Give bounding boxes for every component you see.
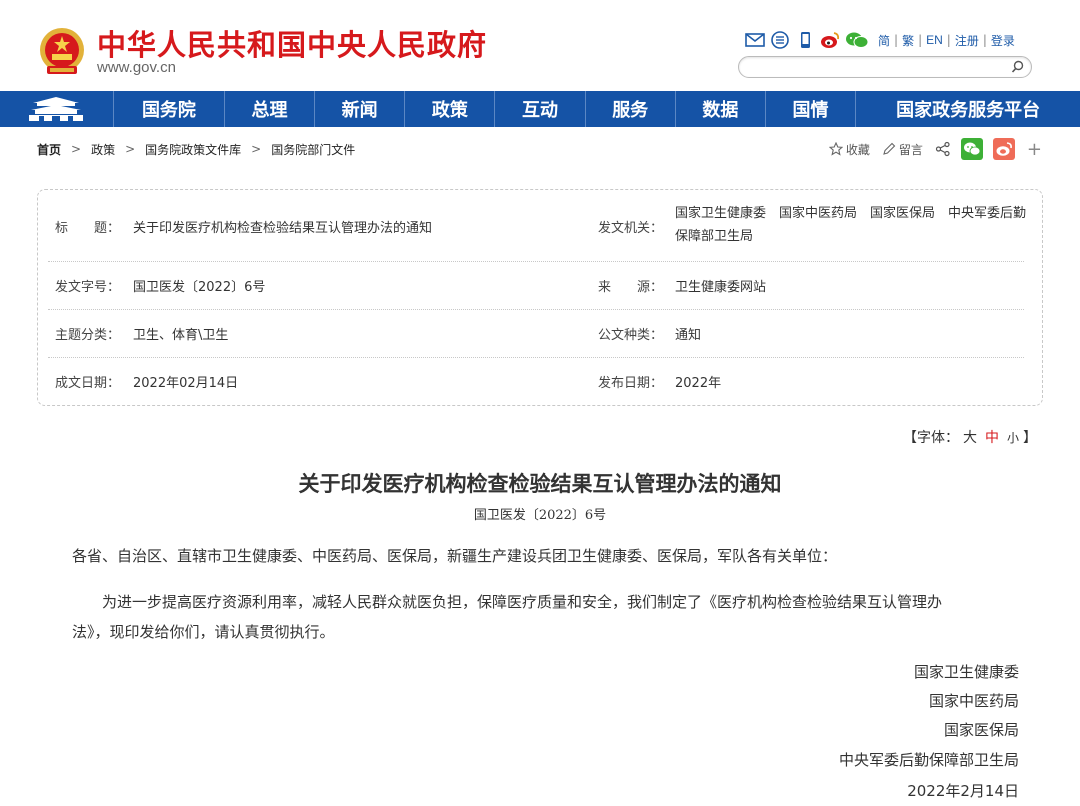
nav-home[interactable] [0,91,114,127]
share-tools: 收藏 留言 + [817,136,1042,162]
signature-line: 国家中医药局 [928,692,1019,710]
site-header: 中华人民共和国中央人民政府 www.gov.cn 简 | 繁 | EN | 注册… [0,0,1080,91]
tiananmen-icon [29,97,84,121]
category-value: 卫生、体育\卫生 [133,328,229,343]
weibo-icon [996,142,1012,156]
breadcrumb-home[interactable]: 首页 [37,141,61,158]
article-body-line: 为进一步提高医疗资源利用率，减轻人民群众就医负担，保障医疗质量和安全，我们制定了… [72,593,943,611]
favorite-label: 收藏 [845,142,870,157]
nav-item-data[interactable]: 数据 [676,91,766,127]
main-nav: 国务院 总理 新闻 政策 互动 服务 数据 国情 国家政务服务平台 [0,91,1080,127]
info-row: 发文字号： 国卫医发〔2022〕6号 来 源： 卫生健康委网站 [48,262,1024,310]
signature-line: 国家卫生健康委 [913,663,1019,681]
chevron-right-icon: > [125,142,136,156]
doc-number-label: 发文字号： [55,280,121,295]
info-row: 主题分类： 卫生、体育\卫生 公文种类： 通知 [48,310,1024,358]
doc-number-value: 国卫医发〔2022〕6号 [133,280,266,295]
plus-icon: + [1026,138,1042,160]
breadcrumb-dept-docs[interactable]: 国务院部门文件 [271,141,355,158]
issuer-label: 发文机关： [598,221,664,236]
pencil-icon [883,142,896,155]
national-emblem-logo[interactable] [37,26,87,78]
category-label: 主题分类： [55,328,121,343]
share-icon [935,141,950,157]
weibo-share-button[interactable] [992,138,1015,160]
signature-line: 中央军委后勤保障部卫生局 [838,751,1019,769]
more-share-button[interactable]: + [1027,139,1042,160]
mobile-icon[interactable] [795,31,815,49]
info-row: 标 题： 关于印发医疗机构检查检验结果互认管理办法的通知 发文机关： 国家卫生健… [48,190,1026,262]
doctype-label: 公文种类： [598,328,664,343]
signature-line: 国家医保局 [943,721,1019,739]
source-label: 来 源： [598,280,664,295]
font-size-prefix: 【字体： [902,430,959,446]
nav-item-interaction[interactable]: 互动 [495,91,586,127]
search-input[interactable] [738,56,1032,78]
article-doc-number: 国卫医发〔2022〕6号 [473,508,607,523]
doctype-value: 通知 [675,328,702,343]
font-size-switcher: 【字体：大中小】 [903,427,1037,447]
article-body-line: 法》，现印发给你们，请认真贯彻执行。 [72,623,335,641]
lang-traditional-link[interactable]: 繁 [898,32,918,49]
nav-item-services[interactable]: 服务 [586,91,676,127]
document-info-table: 标 题： 关于印发医疗机构检查检验结果互认管理办法的通知 发文机关： 国家卫生健… [37,189,1043,406]
publish-date-value: 2022年 [675,376,722,391]
share-button[interactable] [935,141,951,157]
article-salutation: 各省、自治区、直辖市卫生健康委、中医药局、医保局，新疆生产建设兵团卫生健康委、医… [72,547,838,565]
font-size-medium[interactable]: 中 [981,430,1003,446]
nav-item-national-info[interactable]: 国情 [766,91,857,127]
nav-item-state-council[interactable]: 国务院 [114,91,225,127]
nav-item-policy[interactable]: 政策 [405,91,496,127]
chevron-right-icon: > [71,142,82,156]
font-size-small[interactable]: 小 [1003,431,1023,445]
written-date-value: 2022年02月14日 [133,376,239,391]
font-size-large[interactable]: 大 [959,430,981,446]
chevron-right-icon: > [251,142,262,156]
nav-item-premier[interactable]: 总理 [225,91,316,127]
wechat-icon [963,142,981,156]
site-title[interactable]: 中华人民共和国中央人民政府 [97,22,487,64]
breadcrumb: 首页 > 政策 > 国务院政策文件库 > 国务院部门文件 收藏 留言 + [37,136,1042,162]
title-label: 标 题： [55,221,121,236]
star-icon [828,142,843,156]
source-value: 卫生健康委网站 [675,280,767,295]
lang-english-link[interactable]: EN [922,33,947,47]
search-icon[interactable] [1011,60,1025,74]
favorite-button[interactable]: 收藏 [828,141,870,158]
breadcrumb-policy[interactable]: 政策 [91,141,115,158]
site-url[interactable]: www.gov.cn [97,59,176,76]
weibo-icon[interactable] [820,31,840,49]
title-value: 关于印发医疗机构检查检验结果互认管理办法的通知 [133,221,433,236]
rss-icon[interactable] [770,31,790,49]
nav-item-service-platform[interactable]: 国家政务服务平台 [856,91,1080,127]
lang-simplified-link[interactable]: 简 [874,32,894,49]
font-size-suffix: 】 [1023,430,1037,446]
breadcrumb-policy-library[interactable]: 国务院政策文件库 [145,141,241,158]
signature-date: 2022年2月14日 [907,782,1019,800]
comment-label: 留言 [898,142,923,157]
info-row: 成文日期： 2022年02月14日 发布日期： 2022年 [48,358,1024,406]
written-date-label: 成文日期： [55,376,121,391]
publish-date-label: 发布日期： [598,376,664,391]
issuer-value: 国家卫生健康委 国家中医药局 国家医保局 中央军委后勤保障部卫生局 [675,206,1027,244]
article-title: 关于印发医疗机构检查检验结果互认管理办法的通知 [298,471,782,496]
nav-item-news[interactable]: 新闻 [315,91,406,127]
mail-icon[interactable] [745,31,765,49]
login-link[interactable]: 登录 [987,32,1019,49]
register-link[interactable]: 注册 [951,32,983,49]
comment-button[interactable]: 留言 [882,141,923,158]
wechat-icon[interactable] [845,31,869,49]
wechat-share-button[interactable] [960,138,983,160]
top-tools: 简 | 繁 | EN | 注册 | 登录 [745,30,1019,50]
